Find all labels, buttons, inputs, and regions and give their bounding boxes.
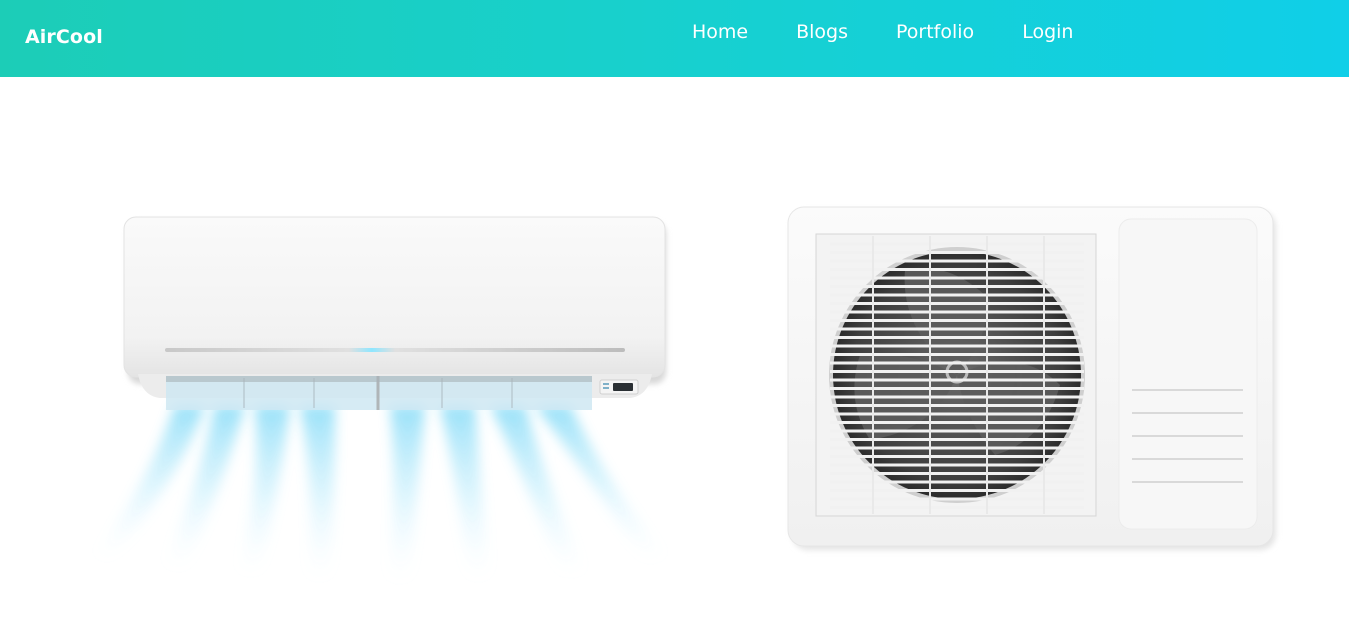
- nav-home-link[interactable]: Home: [668, 20, 772, 44]
- hero-section: [0, 77, 1349, 620]
- nav-portfolio-link[interactable]: Portfolio: [872, 20, 998, 44]
- outdoor-ac-unit-icon: [787, 206, 1276, 550]
- nav-blogs-link[interactable]: Blogs: [772, 20, 872, 44]
- hero-illustration: [95, 206, 1276, 582]
- brand-logo[interactable]: AirCool: [25, 26, 103, 48]
- indoor-ac-unit-icon: [95, 216, 666, 582]
- main-nav: Home Blogs Portfolio Login: [668, 20, 1097, 44]
- navbar: AirCool Home Blogs Portfolio Login: [0, 0, 1349, 77]
- nav-login-link[interactable]: Login: [998, 20, 1097, 44]
